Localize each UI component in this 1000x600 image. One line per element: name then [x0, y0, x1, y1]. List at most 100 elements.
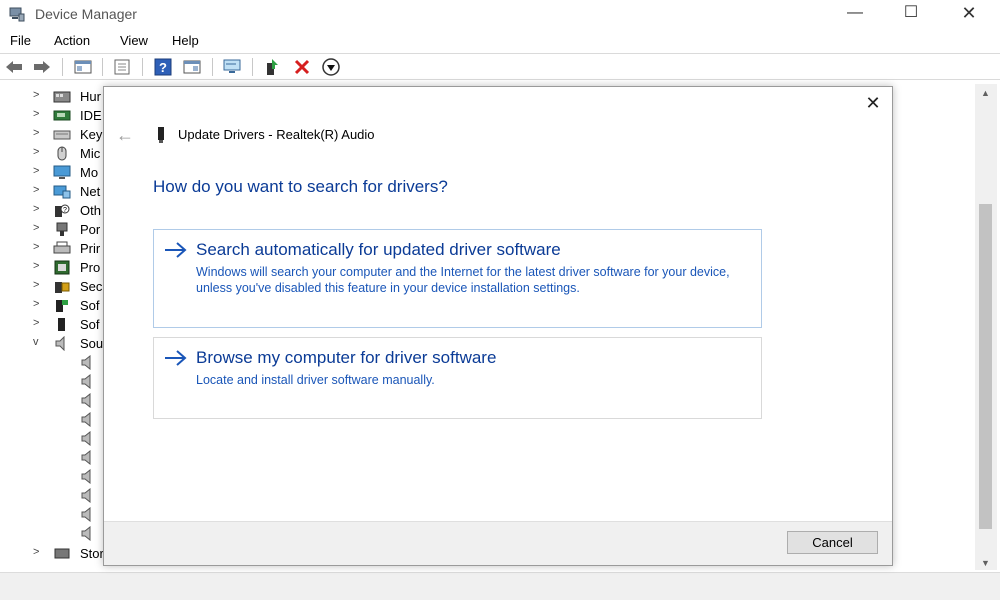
option-description: Locate and install driver software manua…: [196, 373, 435, 387]
toolbar-separator: [142, 58, 143, 76]
hid-icon: [53, 89, 71, 104]
chevron-right-icon[interactable]: >: [33, 146, 43, 158]
vertical-scrollbar[interactable]: ▲ ▼: [975, 84, 997, 570]
tree-category-label: Oth: [80, 203, 101, 218]
scrollbar-thumb[interactable]: [979, 204, 992, 529]
scroll-up-icon[interactable]: ▲: [981, 88, 990, 98]
toolbar-separator: [102, 58, 103, 76]
chevron-right-icon[interactable]: >: [33, 546, 43, 558]
mouse-icon: [53, 146, 71, 161]
dialog-close-button[interactable]: ✕: [862, 93, 884, 115]
tree-category-label: IDE: [80, 108, 102, 123]
svg-text:?: ?: [159, 60, 167, 75]
other-devices-icon: ?: [53, 203, 71, 218]
dialog-footer: Cancel: [104, 521, 892, 565]
toolbar-separator: [252, 58, 253, 76]
maximize-button[interactable]: ☐: [888, 0, 934, 28]
speaker-icon[interactable]: [81, 468, 93, 485]
horizontal-scrollbar[interactable]: [0, 572, 1000, 600]
disable-device-icon[interactable]: [321, 57, 341, 77]
printer-icon: [53, 241, 71, 256]
chevron-right-icon[interactable]: >: [33, 184, 43, 196]
speaker-icon[interactable]: [81, 392, 93, 409]
toolbar-separator: [212, 58, 213, 76]
chevron-right-icon[interactable]: >: [33, 222, 43, 234]
dialog-title: Update Drivers - Realtek(R) Audio: [178, 127, 375, 142]
keyboard-icon: [53, 127, 71, 142]
speaker-icon[interactable]: [81, 525, 93, 542]
processor-icon: [53, 260, 71, 275]
tree-category-label: Sof: [80, 298, 100, 313]
speaker-icon[interactable]: [81, 430, 93, 447]
sound-icon: [53, 335, 71, 352]
arrow-right-icon: [164, 348, 188, 368]
forward-icon[interactable]: [32, 57, 52, 77]
title-bar: Device Manager — ☐ ✕: [0, 0, 1000, 28]
toolbar-separator: [62, 58, 63, 76]
chevron-right-icon[interactable]: >: [33, 108, 43, 120]
speaker-icon[interactable]: [81, 411, 93, 428]
option-title: Browse my computer for driver software: [196, 348, 497, 367]
tree-category-label: Hur: [80, 89, 101, 104]
network-adapter-icon: [53, 184, 71, 199]
tree-category-label: Mic: [80, 146, 101, 161]
close-window-button[interactable]: ✕: [946, 0, 992, 28]
speaker-icon[interactable]: [81, 354, 93, 371]
menu-bar: File Action View Help: [0, 30, 1000, 52]
tree-category-label: Por: [80, 222, 101, 237]
option-description: Windows will search your computer and th…: [196, 265, 730, 295]
chevron-right-icon[interactable]: >: [33, 241, 43, 253]
chevron-right-icon[interactable]: >: [33, 165, 43, 177]
menu-help[interactable]: Help: [172, 33, 199, 48]
arrow-right-icon: [164, 240, 188, 260]
menu-view[interactable]: View: [120, 33, 148, 48]
scroll-down-icon[interactable]: ▼: [981, 558, 990, 568]
uninstall-icon[interactable]: [292, 57, 312, 77]
storage-controller-icon: [53, 546, 71, 561]
chevron-right-icon[interactable]: >: [33, 279, 43, 291]
speaker-icon[interactable]: [81, 506, 93, 523]
speaker-icon[interactable]: [81, 449, 93, 466]
update-driver-icon[interactable]: [262, 57, 282, 77]
audio-device-icon: [157, 127, 165, 143]
tree-category-label: Net: [80, 184, 101, 199]
software-device-icon: [53, 317, 71, 332]
speaker-icon[interactable]: [81, 487, 93, 504]
security-device-icon: [53, 279, 71, 294]
browse-computer-option[interactable]: Browse my computer for driver software L…: [153, 337, 762, 419]
chevron-right-icon[interactable]: >: [33, 203, 43, 215]
menu-file[interactable]: File: [10, 33, 31, 48]
chevron-right-icon[interactable]: >: [33, 317, 43, 329]
scan-hardware-icon[interactable]: [222, 57, 242, 77]
chevron-right-icon[interactable]: >: [33, 260, 43, 272]
back-arrow-icon[interactable]: ←: [116, 125, 134, 146]
option-title: Search automatically for updated driver …: [196, 240, 561, 259]
chevron-right-icon[interactable]: >: [33, 298, 43, 310]
window-title: Device Manager: [35, 6, 137, 22]
tree-category-label: Sec: [80, 279, 103, 294]
minimize-button[interactable]: —: [832, 0, 878, 28]
tree-category-label: Key: [80, 127, 103, 142]
chevron-down-icon[interactable]: v: [33, 336, 43, 348]
svg-text:?: ?: [63, 207, 67, 214]
cancel-button[interactable]: Cancel: [787, 531, 878, 554]
menu-action[interactable]: Action: [54, 33, 90, 48]
update-drivers-dialog: ✕ ← Update Drivers - Realtek(R) Audio Ho…: [103, 86, 893, 566]
back-icon[interactable]: [4, 57, 24, 77]
speaker-icon[interactable]: [81, 373, 93, 390]
search-automatically-option[interactable]: Search automatically for updated driver …: [153, 229, 762, 328]
tree-category-label: Prir: [80, 241, 101, 256]
chevron-right-icon[interactable]: >: [33, 89, 43, 101]
software-component-icon: [53, 298, 71, 313]
help-icon[interactable]: ?: [153, 57, 173, 77]
tree-category-label: Pro: [80, 260, 101, 275]
show-hide-console-tree-icon[interactable]: [73, 57, 93, 77]
tree-category-label: Sof: [80, 317, 100, 332]
action-pane-icon[interactable]: [182, 57, 202, 77]
device-manager-icon: [9, 6, 25, 22]
tree-category-label: Mo: [80, 165, 99, 180]
ports-icon: [53, 222, 71, 237]
dialog-heading: How do you want to search for drivers?: [153, 177, 448, 196]
properties-icon[interactable]: [112, 57, 132, 77]
chevron-right-icon[interactable]: >: [33, 127, 43, 139]
